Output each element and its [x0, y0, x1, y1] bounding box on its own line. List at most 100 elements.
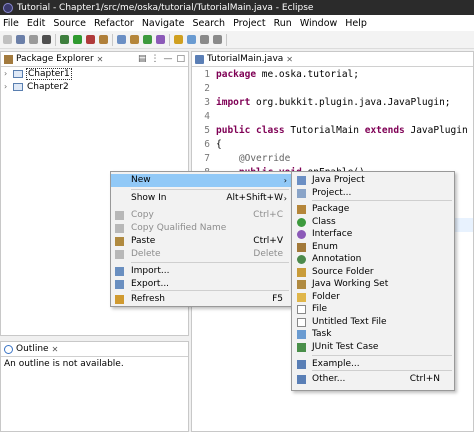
- submenu-arrow-icon: ›: [283, 176, 287, 185]
- menu-item-label: Refresh: [131, 294, 165, 304]
- menu-project[interactable]: Project: [233, 18, 266, 29]
- submenu-item-folder[interactable]: Folder: [292, 291, 454, 304]
- submenu-item-label: Enum: [312, 241, 338, 252]
- submenu-item-source-folder[interactable]: Source Folder: [292, 266, 454, 279]
- minimize-icon[interactable]: —: [163, 54, 172, 64]
- save-icon[interactable]: [16, 35, 25, 44]
- package-icon: [297, 205, 306, 214]
- submenu-item-example[interactable]: Example...: [292, 358, 454, 371]
- submenu-item-untitled-text-file[interactable]: Untitled Text File: [292, 316, 454, 329]
- code-line: 5 public class TutorialMain extends JavaP…: [192, 125, 473, 139]
- view-menu-icon[interactable]: ⋮: [150, 54, 159, 64]
- back-icon[interactable]: [200, 35, 209, 44]
- menu-item-export[interactable]: Export...: [111, 278, 291, 291]
- submenu-item-java-project[interactable]: Java Project: [292, 174, 454, 187]
- submenu-item-enum[interactable]: Enum: [292, 241, 454, 254]
- submenu-arrow-icon: ›: [283, 194, 287, 203]
- external-tools-icon[interactable]: [99, 35, 108, 44]
- submenu-item-other[interactable]: Other... Ctrl+N: [292, 373, 454, 386]
- terminal-icon[interactable]: [42, 35, 51, 44]
- line-number: 6: [204, 139, 210, 150]
- run-icon[interactable]: [73, 35, 82, 44]
- new-package-icon[interactable]: [130, 35, 139, 44]
- junit-icon: [297, 342, 306, 352]
- tab-tutorialmain[interactable]: TutorialMain.java ✕: [192, 52, 473, 67]
- menu-item-new[interactable]: New ›: [111, 174, 291, 187]
- menu-separator: [131, 262, 289, 263]
- java-project-icon: [297, 176, 306, 185]
- debug-icon[interactable]: [60, 35, 69, 44]
- java-file-icon: [195, 54, 204, 64]
- menu-item-show-in[interactable]: Show In Alt+Shift+W ›: [111, 192, 291, 205]
- window-title: Tutorial - Chapter1/src/me/oska/tutorial…: [17, 2, 314, 13]
- line-number: 1: [204, 69, 210, 80]
- code-token: package: [216, 69, 257, 80]
- line-number: 7: [204, 153, 210, 164]
- menu-search[interactable]: Search: [192, 18, 225, 29]
- menu-bar: File Edit Source Refactor Navigate Search Proj…: [0, 15, 474, 31]
- code-text: import org.bukkit.plugin.java.JavaPlugin…: [216, 97, 451, 108]
- submenu-item-java-working-set[interactable]: Java Working Set: [292, 278, 454, 291]
- menu-source[interactable]: Source: [53, 18, 86, 29]
- coverage-icon[interactable]: [86, 35, 95, 44]
- menu-run[interactable]: Run: [274, 18, 292, 29]
- submenu-item-task[interactable]: Task: [292, 328, 454, 341]
- submenu-item-project[interactable]: Project...: [292, 187, 454, 200]
- annotation-next-icon[interactable]: [187, 35, 196, 44]
- open-type-icon[interactable]: [156, 35, 165, 44]
- menu-help[interactable]: Help: [345, 18, 367, 29]
- menu-navigate[interactable]: Navigate: [142, 18, 185, 29]
- tree-item-chapter2[interactable]: › Chapter2: [1, 80, 188, 93]
- code-token: me.oska.tutorial;: [256, 69, 359, 80]
- tab-package-explorer[interactable]: Package Explorer ✕ ▤ ⋮ — □: [1, 52, 188, 67]
- menu-item-refresh[interactable]: Refresh F5: [111, 293, 291, 306]
- submenu-item-annotation[interactable]: Annotation: [292, 253, 454, 266]
- forward-icon[interactable]: [213, 35, 222, 44]
- tree-item-chapter1[interactable]: › Chapter1: [1, 67, 188, 80]
- menu-item-paste[interactable]: Paste Ctrl+V: [111, 235, 291, 248]
- code-token: import: [216, 97, 251, 108]
- close-icon[interactable]: ✕: [286, 55, 293, 64]
- main-toolbar: [0, 31, 474, 49]
- menu-refactor[interactable]: Refactor: [94, 18, 134, 29]
- submenu-item-label: File: [312, 304, 328, 314]
- chevron-right-icon[interactable]: ›: [4, 69, 13, 78]
- maximize-icon[interactable]: □: [176, 54, 185, 64]
- submenu-item-package[interactable]: Package: [292, 203, 454, 216]
- submenu-item-junit-test-case[interactable]: JUnit Test Case: [292, 341, 454, 354]
- source-folder-icon: [297, 267, 306, 277]
- collapse-all-icon[interactable]: ▤: [138, 54, 147, 64]
- submenu-item-label: Annotation: [312, 254, 362, 264]
- menu-separator: [131, 189, 289, 190]
- submenu-item-label: Interface: [312, 229, 353, 239]
- submenu-item-label: Package: [312, 204, 350, 214]
- submenu-item-label: Folder: [312, 291, 340, 302]
- search-icon[interactable]: [174, 35, 183, 44]
- close-icon[interactable]: ✕: [97, 55, 104, 64]
- submenu-item-label: Other...: [312, 374, 346, 384]
- menu-item-import[interactable]: Import...: [111, 265, 291, 278]
- code-text: public class TutorialMain extends JavaPl…: [216, 125, 468, 136]
- line-number: 3: [204, 97, 210, 108]
- print-icon[interactable]: [29, 35, 38, 44]
- submenu-item-class[interactable]: Class: [292, 216, 454, 229]
- menu-edit[interactable]: Edit: [27, 18, 45, 29]
- close-icon[interactable]: ✕: [52, 345, 59, 354]
- menu-item-shortcut: Ctrl+C: [253, 210, 283, 220]
- new-class-icon[interactable]: [143, 35, 152, 44]
- menu-window[interactable]: Window: [300, 18, 337, 29]
- menu-item-shortcut: F5: [272, 294, 283, 304]
- new-icon[interactable]: [3, 35, 12, 44]
- new-submenu: Java Project Project... Package Class Interf…: [291, 171, 455, 391]
- menu-item-label: Delete: [131, 249, 161, 259]
- refresh-icon: [115, 295, 124, 304]
- chevron-right-icon[interactable]: ›: [4, 82, 13, 91]
- menu-file[interactable]: File: [3, 18, 19, 29]
- code-line: 6{: [192, 139, 473, 153]
- toolbar-separator: [169, 33, 170, 46]
- submenu-item-interface[interactable]: Interface: [292, 228, 454, 241]
- new-java-project-icon[interactable]: [117, 35, 126, 44]
- tab-outline[interactable]: Outline ✕: [1, 342, 188, 357]
- submenu-item-file[interactable]: File: [292, 303, 454, 316]
- package-tree: › Chapter1 › Chapter2: [1, 67, 188, 93]
